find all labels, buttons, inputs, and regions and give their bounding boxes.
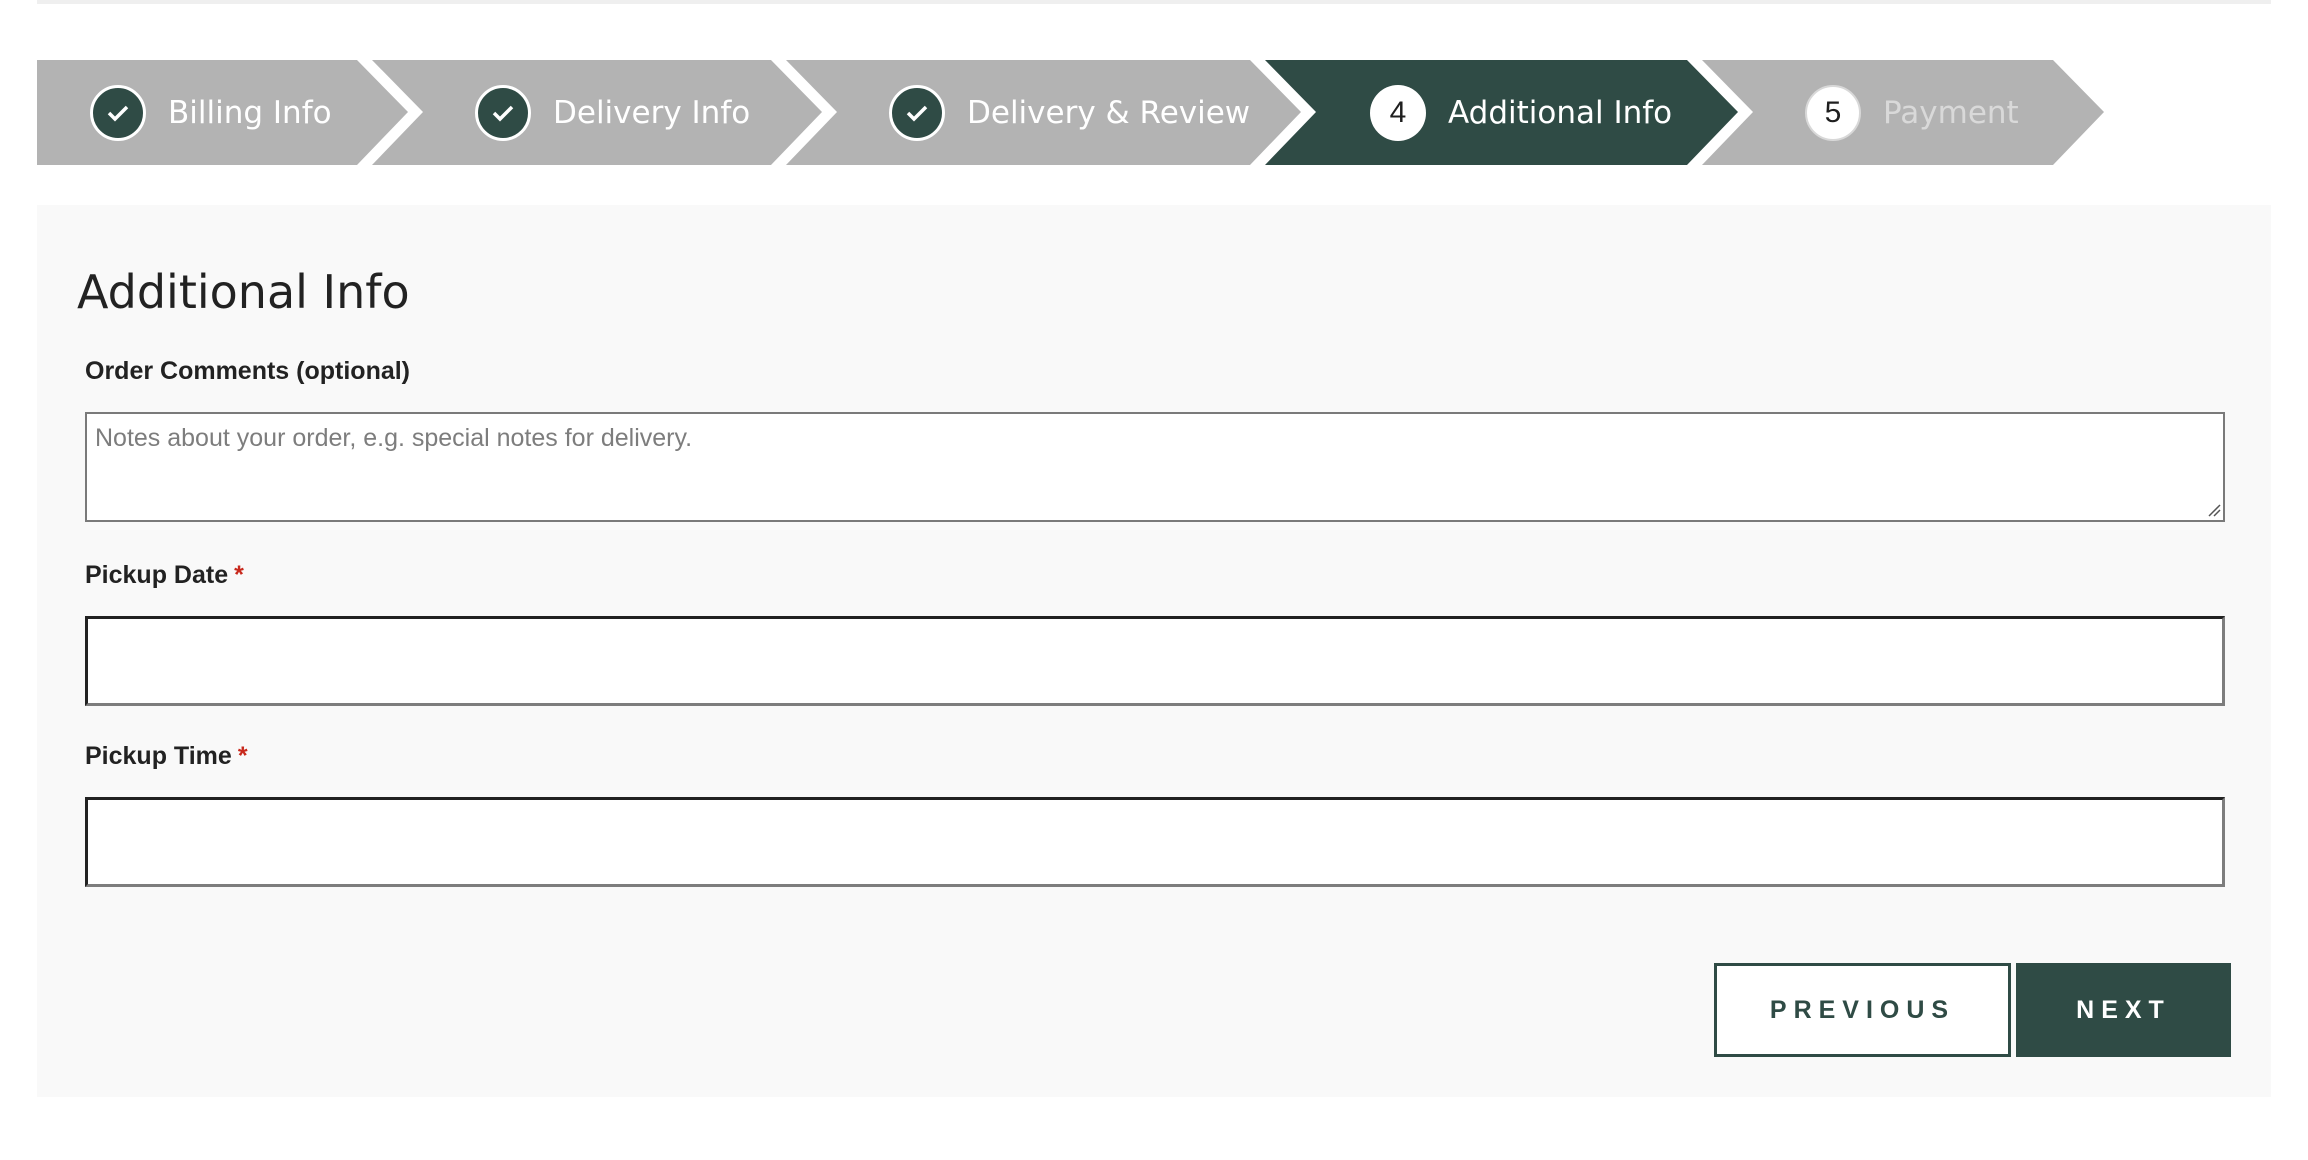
- check-icon: [889, 84, 945, 141]
- additional-info-panel: Additional Info Order Comments (optional…: [37, 205, 2271, 1097]
- order-comments-label: Order Comments (optional): [85, 357, 410, 386]
- check-icon: [475, 84, 531, 141]
- step-delivery-info[interactable]: Delivery Info: [475, 60, 750, 165]
- required-asterisk: *: [234, 561, 244, 589]
- next-button[interactable]: NEXT: [2016, 963, 2231, 1057]
- check-icon: [90, 84, 146, 141]
- step-label: Additional Info: [1448, 94, 1673, 131]
- pickup-date-label-text: Pickup Date: [85, 561, 229, 589]
- step-label: Billing Info: [168, 94, 332, 131]
- pickup-time-label: Pickup Time *: [85, 742, 248, 771]
- order-comments-label-text: Order Comments (optional): [85, 357, 411, 385]
- pickup-time-input[interactable]: [85, 797, 2225, 887]
- step-number-badge: 4: [1370, 84, 1426, 141]
- required-asterisk: *: [237, 742, 248, 770]
- pickup-time-label-text: Pickup Time: [85, 742, 232, 770]
- section-title: Additional Info: [77, 265, 410, 319]
- step-delivery-review[interactable]: Delivery & Review: [889, 60, 1250, 165]
- step-label: Delivery & Review: [967, 94, 1251, 131]
- step-number-badge: 5: [1805, 84, 1861, 141]
- step-additional-info[interactable]: 4 Additional Info: [1370, 60, 1672, 165]
- checkout-steps: Billing Info Delivery Info Delivery & Re…: [0, 0, 2308, 180]
- step-label: Payment: [1883, 94, 2019, 131]
- checkout-page: Billing Info Delivery Info Delivery & Re…: [0, 0, 2308, 1160]
- resize-grip-icon[interactable]: [2207, 503, 2221, 517]
- step-payment[interactable]: 5 Payment: [1805, 60, 2019, 165]
- pickup-date-label: Pickup Date *: [85, 561, 244, 590]
- step-billing-info[interactable]: Billing Info: [90, 60, 332, 165]
- step-label: Delivery Info: [553, 94, 751, 131]
- order-comments-textarea[interactable]: [85, 412, 2225, 522]
- pickup-date-input[interactable]: [85, 616, 2225, 706]
- previous-button[interactable]: PREVIOUS: [1714, 963, 2011, 1057]
